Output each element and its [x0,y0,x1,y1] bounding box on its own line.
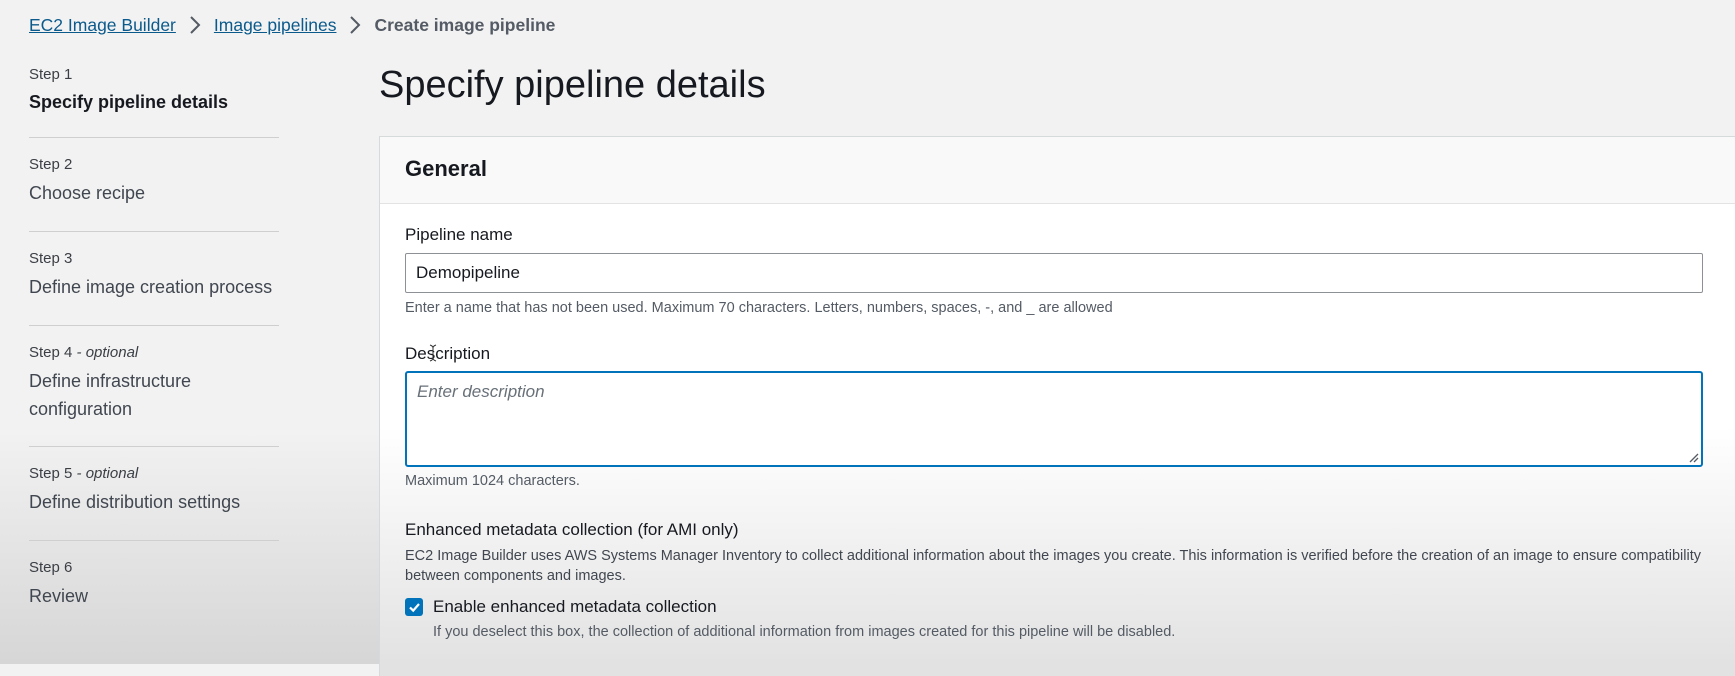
step-title-define-image-creation-process: Define image creation process [29,277,273,297]
description-textarea[interactable]: Enter description [405,371,1703,467]
step-title-review: Review [29,586,89,606]
metadata-label: Enhanced metadata collection (for AMI on… [405,520,739,539]
step-title-define-infrastructure-configuration: Define infrastructure configuration [29,367,279,423]
metadata-checkbox[interactable] [405,598,423,616]
step-number: Step 4 - optional [29,343,279,363]
step-title-specify-pipeline-details: Specify pipeline details [29,92,229,112]
panel-title: General [405,156,487,181]
pipeline-name-hint: Enter a name that has not been used. Max… [405,300,1113,316]
pipeline-name-input[interactable]: Demopipeline [405,253,1703,293]
breadcrumb-current: Create image pipeline [374,14,556,35]
checkmark-icon [408,602,420,612]
step-number-text: Step 5 [29,465,73,482]
metadata-description: EC2 Image Builder uses AWS Systems Manag… [405,548,1701,584]
breadcrumb: EC2 Image Builder Image pipelines Create… [29,14,555,36]
step-2: Step 2 Choose recipe [29,138,279,232]
panel-header: General [380,137,1735,204]
description-label: Description [405,344,491,363]
breadcrumb-ec2-image-builder-link[interactable]: EC2 Image Builder [29,15,176,36]
step-title-line: Define infrastructure [29,371,192,391]
step-4: Step 4 - optional Define infrastructure … [29,326,279,447]
step-6: Step 6 Review [29,541,279,610]
step-number: Step 3 [29,250,73,267]
step-3: Step 3 Define image creation process [29,232,279,326]
breadcrumb-image-pipelines-link[interactable]: Image pipelines [214,15,337,36]
step-number: Step 5 - optional [29,464,279,484]
chevron-right-icon [336,16,374,34]
step-number-text: Step 4 [29,344,73,361]
page-title: Specify pipeline details [379,64,766,106]
step-5: Step 5 - optional Define distribution se… [29,447,279,541]
optional-tag: - optional [76,344,139,361]
step-1: Step 1 Specify pipeline details [29,62,279,138]
step-title-define-distribution-settings: Define distribution settings [29,492,241,512]
step-number: Step 2 [29,156,73,173]
chevron-right-icon [176,16,214,34]
description-hint: Maximum 1024 characters. [405,473,580,489]
optional-tag: - optional [76,465,139,482]
text-cursor-icon [429,344,437,362]
step-title-line: configuration [29,399,133,419]
description-placeholder: Enter description [417,382,545,401]
metadata-checkbox-row[interactable]: Enable enhanced metadata collection [405,597,1711,617]
resize-handle-icon[interactable] [1688,452,1699,463]
pipeline-name-label: Pipeline name [405,225,513,244]
wizard-steps-nav: Step 1 Specify pipeline details Step 2 C… [29,62,279,610]
metadata-checkbox-hint: If you deselect this box, the collection… [433,624,1176,640]
step-number: Step 6 [29,559,73,576]
step-number: Step 1 [29,66,73,83]
panel-body: Pipeline name Demopipeline Enter a name … [380,225,1735,640]
metadata-checkbox-label[interactable]: Enable enhanced metadata collection [433,597,717,617]
step-title-choose-recipe: Choose recipe [29,183,146,203]
general-panel: General Pipeline name Demopipeline Enter… [379,136,1735,676]
